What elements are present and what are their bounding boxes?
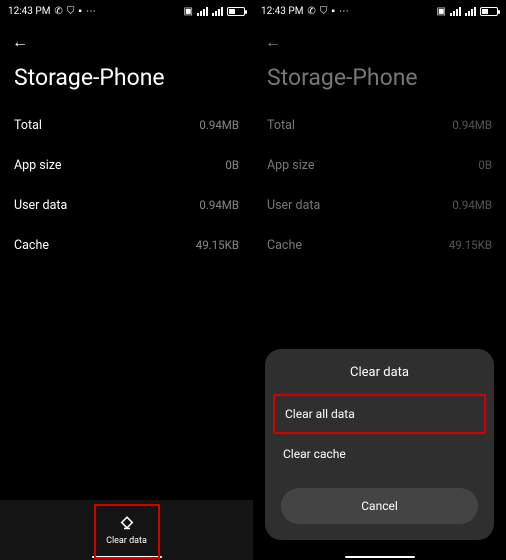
row-value: 0.94MB [199,198,239,212]
shield-icon: ⛉ [320,6,328,17]
row-user-data: User data 0.94MB [14,185,239,225]
row-value: 0.94MB [452,198,492,212]
clear-all-data-option[interactable]: Clear all data [273,394,486,434]
row-app-size: App size 0B [14,145,239,185]
row-label: Total [267,118,295,133]
row-label: App size [14,158,62,173]
clear-data-button[interactable]: Clear data [106,515,147,546]
bottom-bar: Clear data [0,500,253,560]
shield-icon: ⛉ [67,6,75,17]
row-user-data: User data 0.94MB [267,185,492,225]
row-cache: Cache 49.15KB [14,225,239,265]
row-label: App size [267,158,315,173]
signal-icon [197,7,208,16]
row-label: Total [14,118,42,133]
row-value: 0.94MB [199,118,239,132]
page-title: Storage-Phone [253,58,506,105]
row-value: 49.15KB [449,238,492,252]
battery-icon [227,7,245,16]
row-cache: Cache 49.15KB [267,225,492,265]
lock-icon: ▪ [331,6,335,17]
row-total: Total 0.94MB [14,105,239,145]
status-bar: 12:43 PM ✆ ⛉ ▪ ⋯ ▣ [0,0,253,22]
row-label: Cache [267,238,302,253]
row-value: 49.15KB [196,238,239,252]
row-total: Total 0.94MB [267,105,492,145]
signal-icon [212,7,223,16]
status-time: 12:43 PM [261,6,303,17]
screen-left: 12:43 PM ✆ ⛉ ▪ ⋯ ▣ ← Storage-Phone Total… [0,0,253,560]
row-label: Cache [14,238,49,253]
cancel-button[interactable]: Cancel [281,488,478,524]
whatsapp-icon: ✆ [307,6,315,17]
row-label: User data [14,198,67,213]
row-value: 0B [225,158,239,172]
lock-icon: ▪ [78,6,82,17]
row-label: User data [267,198,320,213]
clear-icon [118,515,136,533]
more-icon: ⋯ [86,6,96,17]
clear-data-label: Clear data [106,536,147,546]
signal-icon [465,7,476,16]
page-title: Storage-Phone [0,58,253,105]
row-value: 0.94MB [452,118,492,132]
signal-icon [450,7,461,16]
cast-icon: ▣ [184,6,193,17]
nav-indicator [92,556,162,558]
status-time: 12:43 PM [8,6,50,17]
cast-icon: ▣ [437,6,446,17]
clear-cache-option[interactable]: Clear cache [265,434,494,474]
battery-icon [480,7,498,16]
row-app-size: App size 0B [267,145,492,185]
sheet-title: Clear data [265,365,494,394]
screen-right: 12:43 PM ✆ ⛉ ▪ ⋯ ▣ ← Storage-Phone Total… [253,0,506,560]
back-arrow-icon[interactable]: ← [265,32,281,52]
back-arrow-icon[interactable]: ← [12,32,28,52]
row-value: 0B [478,158,492,172]
status-bar: 12:43 PM ✆ ⛉ ▪ ⋯ ▣ [253,0,506,22]
action-sheet: Clear data Clear all data Clear cache Ca… [265,349,494,540]
nav-indicator [345,556,415,558]
whatsapp-icon: ✆ [54,6,62,17]
more-icon: ⋯ [339,6,349,17]
